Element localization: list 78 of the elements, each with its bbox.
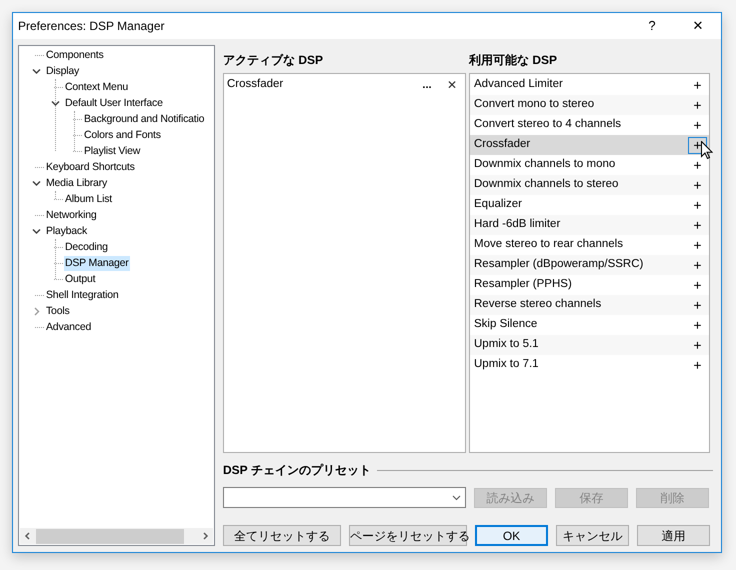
add-button[interactable]: + [688, 216, 707, 234]
dsp-name: Resampler (PPHS) [474, 277, 573, 292]
tree-item[interactable]: Media Library [45, 176, 108, 190]
dsp-name: Upmix to 7.1 [474, 357, 540, 372]
dsp-name: Upmix to 5.1 [474, 337, 540, 352]
remove-button[interactable]: ✕ [447, 76, 457, 94]
add-button[interactable]: + [688, 176, 707, 194]
chevron-down-icon[interactable] [32, 178, 41, 188]
tree-item[interactable]: Colors and Fonts [83, 128, 162, 142]
list-row[interactable]: Resampler (dBpoweramp/SSRC) + [470, 255, 709, 275]
tree-item[interactable]: Playlist View [83, 144, 142, 158]
add-button[interactable]: + [688, 76, 707, 94]
dsp-name: Crossfader [474, 137, 532, 152]
tree-item[interactable]: Background and Notificatio [83, 112, 206, 126]
dialog-button[interactable]: 適用 [637, 525, 710, 546]
dsp-name: Resampler (dBpoweramp/SSRC) [474, 257, 644, 272]
tree-item[interactable]: Shell Integration [45, 288, 120, 302]
chevron-right-icon[interactable] [32, 306, 41, 316]
configure-button[interactable]: ... [419, 80, 435, 90]
list-row[interactable]: Convert mono to stereo + [470, 95, 709, 115]
horizontal-scrollbar[interactable] [20, 528, 213, 544]
tree-item[interactable]: Display [45, 64, 80, 78]
chevron-down-icon[interactable] [32, 226, 41, 236]
tree-item[interactable]: DSP Manager [64, 256, 130, 270]
section-heading: 利用可能な DSP [469, 52, 558, 69]
dsp-name: Convert stereo to 4 channels [474, 117, 622, 132]
group-heading: DSP チェインのプリセット [223, 462, 371, 479]
tree-item[interactable]: Output [64, 272, 96, 286]
add-button[interactable]: + [688, 116, 707, 134]
tree-item[interactable]: Album List [64, 192, 114, 206]
tree-item[interactable]: Decoding [64, 240, 109, 254]
dsp-name: Skip Silence [474, 317, 538, 332]
tree-item[interactable]: Keyboard Shortcuts [45, 160, 136, 174]
dsp-name: Downmix channels to stereo [474, 177, 620, 192]
tree-item[interactable]: Advanced [45, 320, 92, 334]
list-row[interactable]: Upmix to 5.1 + [470, 335, 709, 355]
dsp-name: Move stereo to rear channels [474, 237, 624, 252]
add-button[interactable]: + [688, 156, 707, 174]
chevron-down-icon [452, 494, 461, 500]
tree-item[interactable]: Components [45, 48, 105, 62]
dsp-name: Convert mono to stereo [474, 97, 596, 112]
add-button[interactable]: + [688, 96, 707, 114]
list-row[interactable]: Downmix channels to stereo + [470, 175, 709, 195]
dsp-name: Crossfader [227, 77, 284, 92]
chevron-down-icon[interactable] [32, 66, 41, 76]
window-title: Preferences: DSP Manager [18, 18, 165, 35]
section-heading: アクティブな DSP [223, 52, 324, 69]
list-row[interactable]: Reverse stereo channels + [470, 295, 709, 315]
add-button[interactable]: + [688, 296, 707, 314]
close-button[interactable]: ✕ [675, 13, 721, 39]
scrollbar-thumb[interactable] [36, 528, 184, 544]
add-button[interactable]: + [688, 256, 707, 274]
dialog-button[interactable]: キャンセル [556, 525, 629, 546]
preset-dropdown[interactable] [223, 487, 466, 508]
dialog-button[interactable]: ページをリセットする [349, 525, 467, 546]
add-button[interactable]: + [688, 316, 707, 334]
tree-item[interactable]: Tools [45, 304, 71, 318]
tree-item[interactable]: Playback [45, 224, 88, 238]
list-row[interactable]: Hard -6dB limiter + [470, 215, 709, 235]
dialog-button[interactable]: 全てリセットする [223, 525, 341, 546]
dialog-button[interactable]: OK [475, 525, 548, 546]
dsp-name: Hard -6dB limiter [474, 217, 562, 232]
add-button[interactable]: + [688, 356, 707, 374]
dsp-name: Equalizer [474, 197, 523, 212]
tree-item[interactable]: Networking [45, 208, 98, 222]
dsp-name: Reverse stereo channels [474, 297, 602, 312]
add-button[interactable]: + [688, 236, 707, 254]
add-button[interactable]: + [688, 196, 707, 214]
dsp-name: Advanced Limiter [474, 77, 564, 92]
help-button[interactable]: ? [629, 13, 675, 39]
tree-item[interactable]: Context Menu [64, 80, 129, 94]
tree-item[interactable]: Default User Interface [64, 96, 164, 110]
add-button[interactable]: + [688, 336, 707, 354]
scroll-left-icon[interactable] [24, 532, 32, 540]
dsp-name: Downmix channels to mono [474, 157, 616, 172]
scroll-right-icon[interactable] [201, 532, 209, 540]
add-button[interactable]: + [688, 276, 707, 294]
chevron-down-icon[interactable] [51, 98, 60, 108]
